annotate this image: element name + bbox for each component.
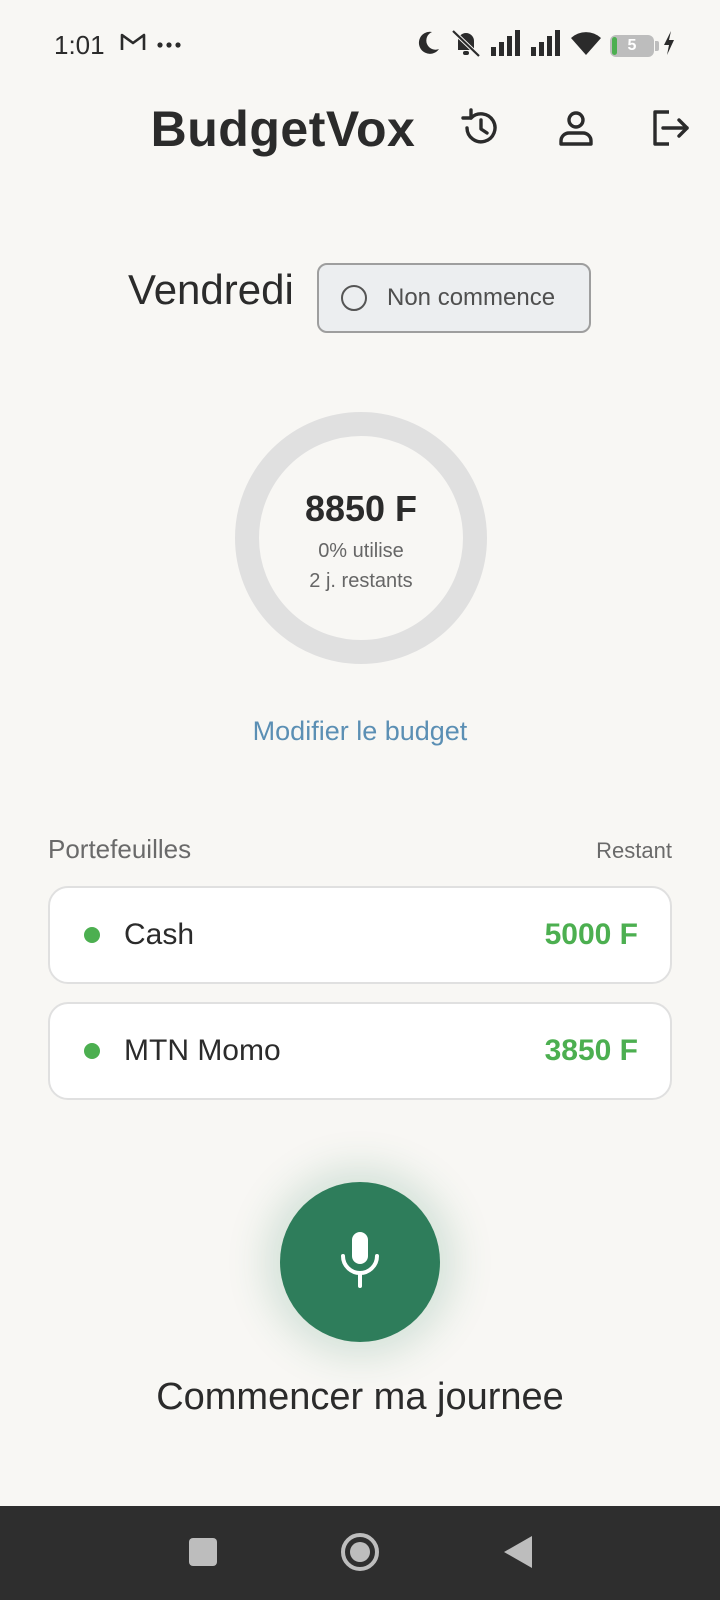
app-screen: 1:01 5 BudgetVox Vendredi Non commence 8… bbox=[0, 0, 720, 1600]
start-day-mic-button[interactable] bbox=[280, 1182, 440, 1342]
day-status-chip[interactable]: Non commence bbox=[317, 263, 591, 333]
history-button[interactable] bbox=[455, 105, 505, 155]
back-button[interactable] bbox=[498, 1534, 538, 1574]
battery-level: 5 bbox=[627, 36, 637, 54]
profile-button[interactable] bbox=[551, 105, 601, 155]
budget-amount: 8850 F bbox=[304, 488, 418, 529]
recents-icon bbox=[188, 1537, 218, 1572]
budget-days-left: 2 j. restants bbox=[309, 570, 413, 592]
circle-icon bbox=[341, 285, 367, 311]
wallet-status-dot bbox=[84, 1043, 100, 1059]
status-time: 1:01 bbox=[54, 30, 105, 60]
wallet-card-cash[interactable]: Cash 5000 F bbox=[48, 886, 672, 984]
home-button[interactable] bbox=[340, 1532, 380, 1577]
day-label: Vendredi bbox=[128, 266, 294, 313]
wallet-name: MTN Momo bbox=[124, 1034, 281, 1067]
system-nav-bar bbox=[0, 1506, 720, 1600]
signal-icon bbox=[530, 29, 562, 62]
budget-used-percent: 0% utilise bbox=[318, 540, 404, 562]
logout-icon bbox=[649, 107, 691, 154]
wifi-icon bbox=[570, 30, 602, 61]
wallet-card-mtn-momo[interactable]: MTN Momo 3850 F bbox=[48, 1002, 672, 1100]
charging-icon bbox=[662, 30, 676, 61]
gmail-icon bbox=[120, 32, 146, 57]
budget-progress-ring bbox=[235, 412, 487, 664]
wallet-name: Cash bbox=[124, 918, 195, 951]
recents-button[interactable] bbox=[183, 1534, 223, 1574]
more-dots-icon bbox=[156, 36, 182, 54]
wallet-status-dot bbox=[84, 927, 100, 943]
battery-icon: 5 bbox=[610, 34, 659, 57]
wallet-amount: 3850 F bbox=[544, 1034, 638, 1067]
moon-icon bbox=[414, 29, 442, 62]
home-icon bbox=[340, 1532, 380, 1577]
back-icon bbox=[502, 1534, 534, 1575]
wallets-title: Portefeuilles bbox=[48, 834, 192, 864]
bell-off-icon bbox=[450, 28, 482, 63]
wallets-remaining-label: Restant bbox=[596, 838, 672, 863]
logout-button[interactable] bbox=[645, 105, 695, 155]
status-bar: 1:01 5 bbox=[0, 0, 720, 90]
day-status-label: Non commence bbox=[387, 284, 556, 311]
profile-icon bbox=[556, 108, 596, 153]
signal-icon bbox=[490, 29, 522, 62]
modify-budget-link[interactable]: Modifier le budget bbox=[0, 716, 720, 747]
start-day-label: Commencer ma journee bbox=[156, 1376, 564, 1418]
wallet-amount: 5000 F bbox=[544, 918, 638, 951]
history-icon bbox=[458, 106, 502, 155]
microphone-icon bbox=[338, 1230, 382, 1295]
